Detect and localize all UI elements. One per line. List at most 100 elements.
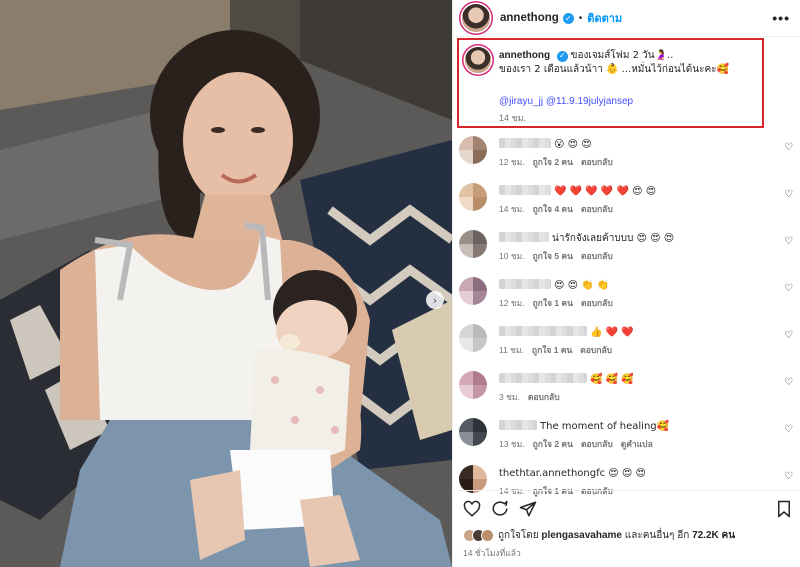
comment-heart-icon[interactable]: ♡ — [784, 424, 793, 435]
comment-body: ❤️ ❤️ ❤️ ❤️ ❤️ 😍 😍 — [499, 185, 656, 198]
blurred-username[interactable] — [499, 185, 551, 195]
blurred-username[interactable] — [499, 279, 551, 289]
comment-time: 13 ชม. — [499, 439, 525, 449]
commenter-avatar[interactable] — [459, 418, 487, 446]
comment-heart-icon[interactable]: ♡ — [784, 471, 793, 482]
commenter-avatar[interactable] — [459, 230, 487, 258]
comment-body: thethtar.annethongfc 😍 😍 😍 — [499, 467, 646, 480]
comment-text: thethtar.annethongfc 😍 😍 😍 — [499, 468, 646, 479]
likes-summary: ถูกใจโดย plengasavahame และคนอื่นๆ อีก 7… — [463, 528, 735, 543]
comment-body: 👍 ❤️ ❤️ — [499, 326, 634, 339]
comment-meta: 14 ชม. ถูกใจ 4 คน ตอบกลับ — [499, 202, 613, 216]
commenter-avatar[interactable] — [459, 277, 487, 305]
blurred-username[interactable] — [499, 326, 587, 336]
caption-mentions: @jirayu_jj @11.9.19julyjansep — [499, 96, 633, 107]
likes-count[interactable]: 72.2K — [692, 530, 719, 541]
comment-row: The moment of healing🥰 13 ชม. ถูกใจ 2 คน ตอ… — [453, 410, 800, 457]
comment-meta: 13 ชม. ถูกใจ 2 คน ตอบกลับ ดูคำแปล — [499, 437, 653, 451]
reply-button[interactable]: ตอบกลับ — [581, 251, 613, 261]
comment-row: น่ารักจังเลยค้าบบบ 😍 😍 😍 10 ชม. ถูกใจ 5 คน… — [453, 222, 800, 269]
comment-heart-icon[interactable]: ♡ — [784, 330, 793, 341]
blurred-username[interactable] — [499, 232, 549, 242]
comment-text: 🥰 🥰 🥰 — [590, 374, 634, 385]
comment-heart-icon[interactable]: ♡ — [784, 283, 793, 294]
comment-text: ❤️ ❤️ ❤️ ❤️ ❤️ 😍 😍 — [554, 186, 657, 197]
comment-text: 👍 ❤️ ❤️ — [590, 327, 634, 338]
caption-line-2: ของเรา 2 เดือนแล้วน้าา 👶 ...หมั่นไว้ก่อน… — [499, 64, 730, 75]
comment-row: 🥰 🥰 🥰 3 ชม. ตอบกลับ ♡ — [453, 363, 800, 410]
comment-body: 😍 😍 👏 👏 — [499, 279, 609, 292]
comment-heart-icon[interactable]: ♡ — [784, 236, 793, 247]
liker-avatar — [481, 529, 494, 542]
comment-likes[interactable]: ถูกใจ 5 คน — [533, 251, 573, 261]
translate-button[interactable]: ดูคำแปล — [621, 439, 653, 449]
avatar[interactable] — [462, 4, 490, 32]
mention-link[interactable]: @11.9.19julyjansep — [546, 96, 633, 107]
caption-username[interactable]: annethong — [499, 50, 550, 61]
post-panel: annethong ✓ • ติดตาม ••• annethong ✓ ของ… — [452, 0, 800, 567]
blurred-username[interactable] — [499, 138, 551, 148]
commenter-avatar[interactable] — [459, 136, 487, 164]
comment-heart-icon[interactable]: ♡ — [784, 142, 793, 153]
comment-meta: 3 ชม. ตอบกลับ — [499, 390, 560, 404]
comment-likes[interactable]: ถูกใจ 1 คน — [533, 298, 573, 308]
reply-button[interactable]: ตอบกลับ — [580, 345, 612, 355]
comment-list: 😮 😍 😍 12 ชม. ถูกใจ 2 คน ตอบกลับ ♡ ❤️ ❤️ ❤️ ❤️… — [453, 128, 800, 504]
action-bar — [453, 490, 800, 524]
comment-row: 😍 😍 👏 👏 12 ชม. ถูกใจ 1 คน ตอบกลับ ♡ — [453, 269, 800, 316]
post-username[interactable]: annethong — [500, 12, 559, 24]
post-photo[interactable]: › — [0, 0, 452, 567]
caption-avatar[interactable] — [465, 47, 491, 73]
mention-link[interactable]: @jirayu_jj — [499, 96, 543, 107]
comment-meta: 11 ชม. ถูกใจ 1 คน ตอบกลับ — [499, 343, 612, 357]
commenter-avatar[interactable] — [459, 324, 487, 352]
comment-body: น่ารักจังเลยค้าบบบ 😍 😍 😍 — [499, 232, 674, 245]
blurred-username[interactable] — [499, 373, 587, 383]
reply-button[interactable]: ตอบกลับ — [581, 157, 613, 167]
follow-button[interactable]: ติดตาม — [587, 9, 622, 27]
comment-time: 12 ชม. — [499, 298, 525, 308]
more-options-icon[interactable]: ••• — [772, 10, 790, 26]
comment-icon[interactable] — [491, 500, 509, 518]
comment-likes[interactable]: ถูกใจ 1 คน — [532, 345, 572, 355]
likes-text[interactable]: ถูกใจโดย plengasavahame และคนอื่นๆ อีก 7… — [498, 528, 735, 543]
posted-time: 14 ชั่วโมงที่แล้ว — [463, 548, 521, 558]
caption-highlight: annethong ✓ ของเจมส์โฟม 2 วัน🤰.. ของเรา … — [457, 38, 764, 128]
reply-button[interactable]: ตอบกลับ — [528, 392, 560, 402]
separator: • — [578, 12, 583, 24]
verified-icon: ✓ — [562, 12, 574, 24]
comment-likes[interactable]: ถูกใจ 2 คน — [533, 157, 573, 167]
bookmark-icon[interactable] — [775, 500, 793, 518]
commenter-avatar[interactable] — [459, 465, 487, 493]
reply-button[interactable]: ตอบกลับ — [581, 204, 613, 214]
reply-button[interactable]: ตอบกลับ — [581, 298, 613, 308]
comment-row: 👍 ❤️ ❤️ 11 ชม. ถูกใจ 1 คน ตอบกลับ ♡ — [453, 316, 800, 363]
comment-meta: 12 ชม. ถูกใจ 1 คน ตอบกลับ — [499, 296, 613, 310]
post-header: annethong ✓ • ติดตาม ••• — [453, 0, 800, 37]
verified-icon: ✓ — [556, 50, 568, 62]
caption-time: 14 ชม. — [499, 113, 527, 123]
caption-line-1: ของเจมส์โฟม 2 วัน🤰.. — [570, 50, 674, 61]
comment-text: The moment of healing🥰 — [540, 421, 670, 432]
heart-icon[interactable] — [463, 500, 481, 518]
comment-text: น่ารักจังเลยค้าบบบ 😍 😍 😍 — [552, 233, 675, 244]
share-icon[interactable] — [519, 500, 537, 518]
likes-user[interactable]: plengasavahame — [541, 530, 622, 541]
comment-meta: 12 ชม. ถูกใจ 2 คน ตอบกลับ — [499, 155, 613, 169]
comment-likes[interactable]: ถูกใจ 2 คน — [533, 439, 573, 449]
next-arrow-icon[interactable]: › — [426, 291, 444, 309]
commenter-avatar[interactable] — [459, 183, 487, 211]
comment-time: 14 ชม. — [499, 204, 525, 214]
commenter-avatar[interactable] — [459, 371, 487, 399]
comment-row: ❤️ ❤️ ❤️ ❤️ ❤️ 😍 😍 14 ชม. ถูกใจ 4 คน ตอบกลั… — [453, 175, 800, 222]
likes-suffix: และคนอื่นๆ อีก — [624, 530, 690, 541]
comment-likes[interactable]: ถูกใจ 4 คน — [533, 204, 573, 214]
likes-unit: คน — [721, 530, 736, 541]
reply-button[interactable]: ตอบกลับ — [581, 439, 613, 449]
comment-time: 3 ชม. — [499, 392, 520, 402]
comment-text: 😍 😍 👏 👏 — [554, 280, 610, 291]
blurred-username[interactable] — [499, 420, 537, 430]
comment-time: 11 ชม. — [499, 345, 524, 355]
comment-heart-icon[interactable]: ♡ — [784, 377, 793, 388]
comment-heart-icon[interactable]: ♡ — [784, 189, 793, 200]
